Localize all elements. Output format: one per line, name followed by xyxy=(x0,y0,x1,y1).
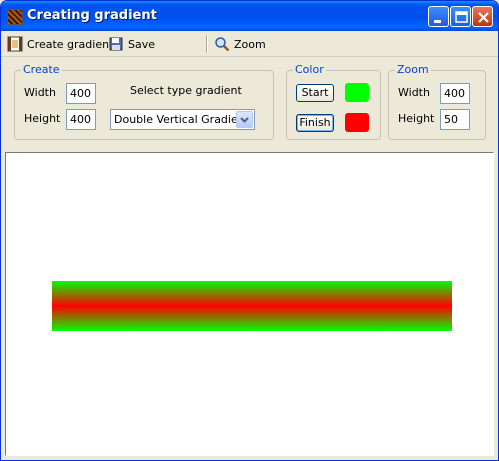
zoom-height-field[interactable] xyxy=(440,109,470,130)
maximize-button[interactable] xyxy=(450,6,471,27)
finish-color-button[interactable]: Finish xyxy=(296,114,334,132)
magnifier-icon xyxy=(214,36,230,52)
create-height-label: Height xyxy=(24,112,61,125)
toolbar-separator xyxy=(206,35,208,53)
color-group: Color Start Finish xyxy=(286,63,381,140)
finish-color-swatch xyxy=(345,113,369,132)
create-gradient-button[interactable]: Create gradient xyxy=(7,35,113,53)
save-label: Save xyxy=(128,37,156,51)
start-color-swatch xyxy=(345,83,369,102)
zoom-button[interactable]: Zoom xyxy=(214,35,266,53)
save-button[interactable]: Save xyxy=(108,35,155,53)
gradient-type-value: Double Vertical Gradient xyxy=(114,113,250,126)
zoom-legend: Zoom xyxy=(395,63,431,76)
save-icon xyxy=(108,36,124,52)
minimize-button[interactable] xyxy=(428,6,449,27)
create-group: Create Width Height Select type gradient… xyxy=(14,63,274,140)
chevron-down-icon[interactable] xyxy=(236,111,253,128)
minimize-icon xyxy=(434,20,441,23)
zoom-width-label: Width xyxy=(398,86,430,99)
color-legend: Color xyxy=(293,63,326,76)
create-height-field[interactable] xyxy=(66,109,96,130)
gradient-type-label: Select type gradient xyxy=(130,84,242,97)
main-window: Creating gradient Create gradient Save Z… xyxy=(0,0,499,461)
start-color-button[interactable]: Start xyxy=(296,84,334,102)
create-legend: Create xyxy=(21,63,62,76)
toolbar: Create gradient Save Zoom xyxy=(1,31,498,57)
close-icon xyxy=(478,12,489,23)
create-width-field[interactable] xyxy=(66,83,96,104)
title-bar[interactable]: Creating gradient xyxy=(1,1,498,31)
window-title: Creating gradient xyxy=(27,8,157,23)
maximize-icon xyxy=(455,11,468,23)
create-gradient-label: Create gradient xyxy=(27,37,114,51)
zoom-width-field[interactable] xyxy=(440,83,470,104)
film-icon xyxy=(7,36,23,52)
preview-canvas xyxy=(5,152,494,456)
zoom-label: Zoom xyxy=(234,37,266,51)
zoom-group: Zoom Width Height xyxy=(388,63,486,140)
create-width-label: Width xyxy=(24,86,56,99)
close-button[interactable] xyxy=(472,6,493,27)
app-icon xyxy=(7,9,23,25)
gradient-preview xyxy=(52,281,452,331)
gradient-type-select[interactable]: Double Vertical Gradient xyxy=(110,109,255,130)
zoom-height-label: Height xyxy=(398,112,435,125)
